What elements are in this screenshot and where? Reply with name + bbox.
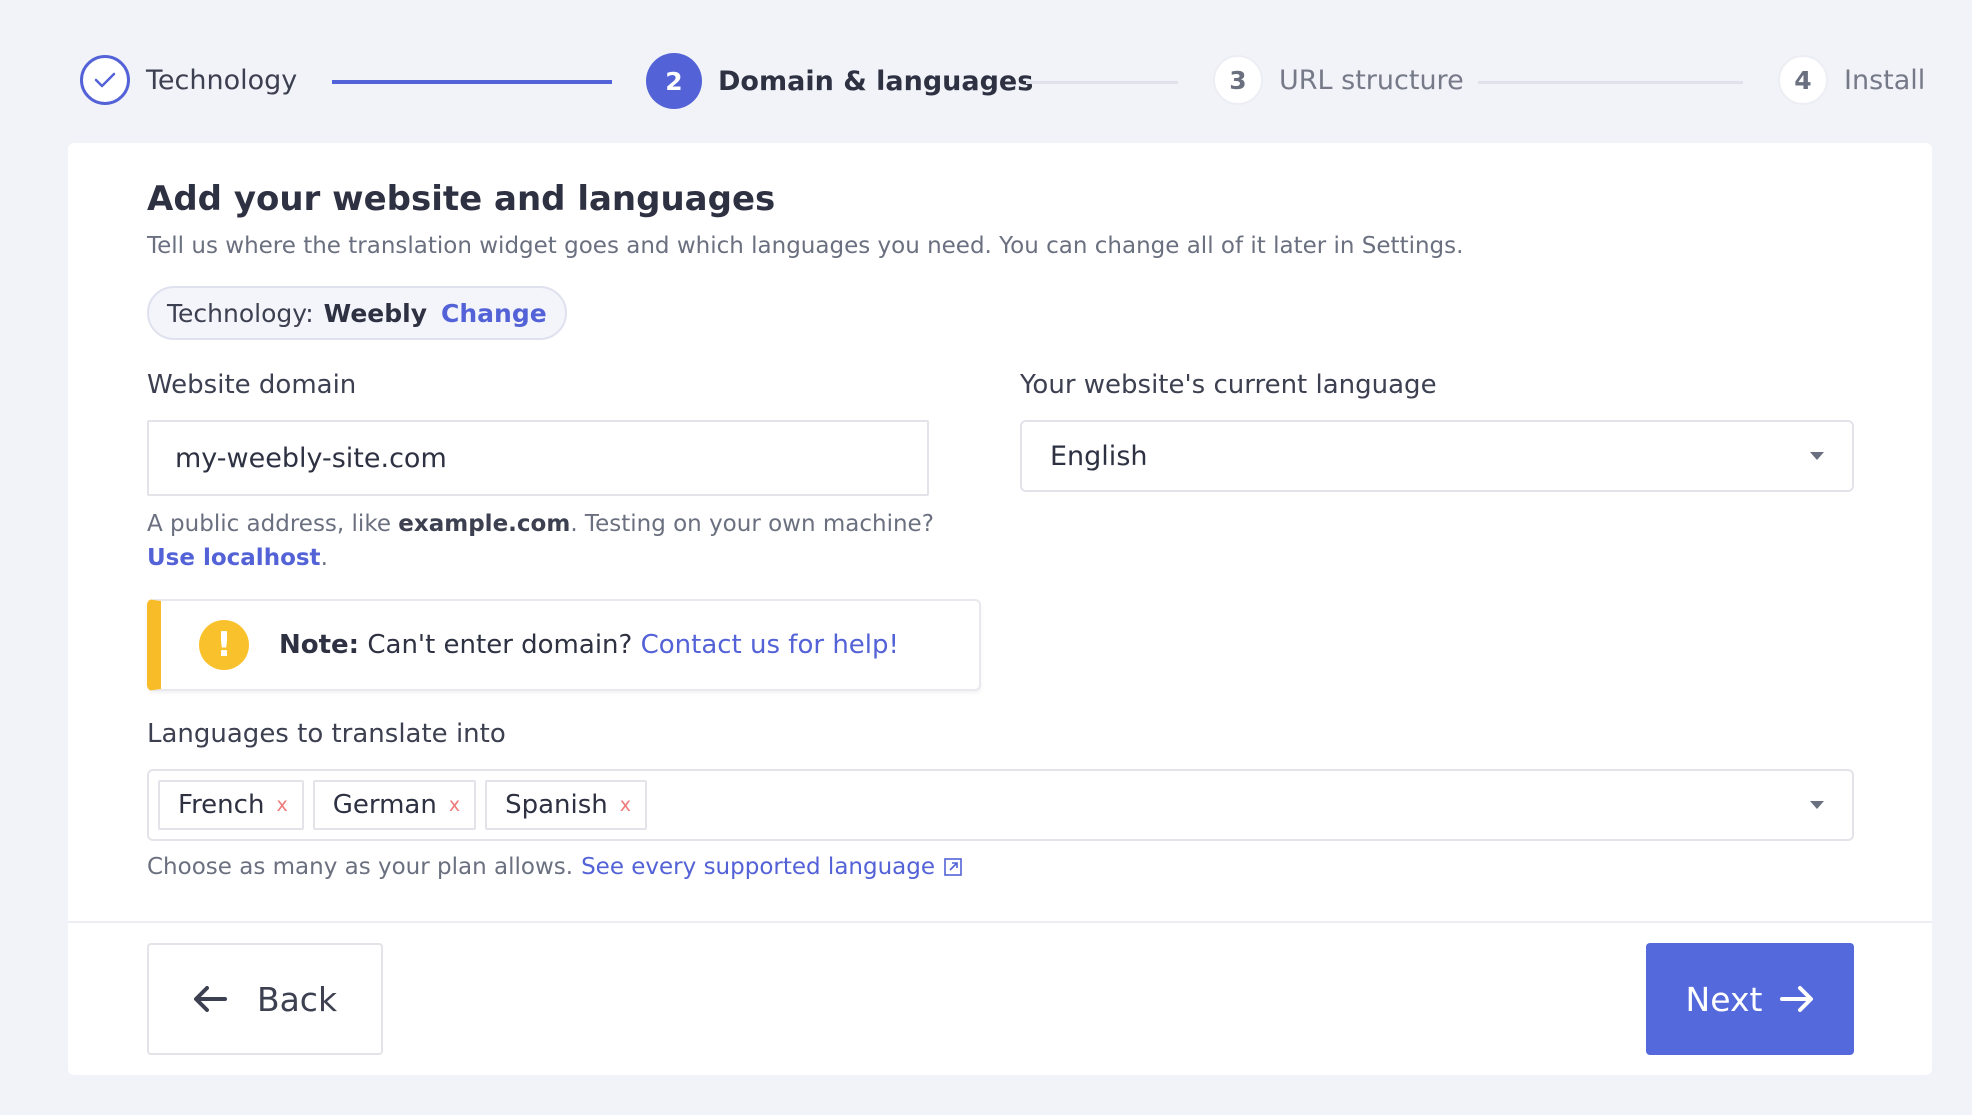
- supported-languages-link[interactable]: See every supported language: [581, 854, 935, 880]
- step-connector: [1478, 81, 1743, 84]
- target-languages-multiselect[interactable]: French x German x Spanish x: [147, 769, 1854, 841]
- caret-down-icon: [1810, 452, 1824, 460]
- page-title: Add your website and languages: [147, 179, 776, 219]
- back-label: Back: [256, 979, 338, 1019]
- technology-label: Technology:: [167, 298, 314, 328]
- setup-card: Add your website and languages Tell us w…: [68, 143, 1932, 1075]
- helper-example: example.com: [398, 511, 571, 537]
- next-label: Next: [1685, 979, 1763, 1019]
- tag-label: Spanish: [505, 790, 608, 820]
- arrow-right-icon: [1780, 986, 1814, 1012]
- language-tag-german: German x: [312, 780, 477, 830]
- remove-tag-icon[interactable]: x: [620, 794, 631, 816]
- technology-pill: Technology: Weebly Change: [147, 286, 567, 340]
- helper-end: .: [320, 545, 328, 571]
- step-technology[interactable]: Technology: [80, 55, 297, 105]
- step-number: 4: [1778, 55, 1828, 105]
- language-tag-french: French x: [158, 780, 304, 830]
- target-languages-label: Languages to translate into: [147, 719, 506, 749]
- warning-icon: !: [199, 620, 249, 670]
- languages-helper-text: Choose as many as your plan allows. See …: [147, 854, 963, 880]
- external-link-icon[interactable]: [943, 857, 963, 877]
- step-url-structure: 3 URL structure: [1213, 55, 1464, 105]
- page-subtitle: Tell us where the translation widget goe…: [147, 233, 1464, 259]
- language-tag-spanish: Spanish x: [485, 780, 647, 830]
- current-language-value: English: [1050, 440, 1148, 472]
- languages-helper: Choose as many as your plan allows.: [147, 854, 574, 880]
- checkmark-icon: [80, 55, 130, 105]
- next-button[interactable]: Next: [1646, 943, 1854, 1055]
- note-callout: ! Note: Can't enter domain? Contact us f…: [147, 599, 981, 691]
- arrow-left-icon: [193, 986, 227, 1012]
- step-connector: [1026, 81, 1178, 84]
- contact-us-link[interactable]: Contact us for help!: [641, 630, 899, 660]
- remove-tag-icon[interactable]: x: [276, 794, 287, 816]
- remove-tag-icon[interactable]: x: [449, 794, 460, 816]
- tag-label: French: [178, 790, 265, 820]
- domain-helper-text: A public address, like example.com. Test…: [147, 507, 1007, 575]
- step-label: Install: [1844, 64, 1926, 96]
- use-localhost-link[interactable]: Use localhost: [147, 545, 321, 571]
- change-technology-link[interactable]: Change: [441, 299, 547, 328]
- step-label: Domain & languages: [718, 65, 1034, 97]
- note-prefix: Note:: [279, 630, 360, 660]
- step-number: 2: [646, 53, 702, 109]
- note-message: Can't enter domain?: [367, 630, 633, 660]
- footer-divider: [68, 921, 1932, 923]
- current-language-label: Your website's current language: [1020, 370, 1437, 400]
- step-connector: [332, 80, 612, 84]
- current-language-select[interactable]: English: [1020, 420, 1854, 492]
- step-domain-languages: 2 Domain & languages: [646, 53, 1033, 109]
- website-domain-input[interactable]: [147, 420, 929, 496]
- tag-label: German: [332, 790, 437, 820]
- progress-stepper: Technology 2 Domain & languages 3 URL st…: [0, 0, 1972, 140]
- caret-down-icon: [1810, 801, 1824, 809]
- helper-suffix: . Testing on your own machine?: [570, 511, 934, 537]
- step-number: 3: [1213, 55, 1263, 105]
- back-button[interactable]: Back: [147, 943, 383, 1055]
- website-domain-label: Website domain: [147, 370, 357, 400]
- technology-value: Weebly: [323, 298, 428, 328]
- step-label: URL structure: [1279, 64, 1464, 96]
- note-text: Note: Can't enter domain? Contact us for…: [279, 630, 899, 660]
- step-install: 4 Install: [1778, 55, 1925, 105]
- step-label: Technology: [146, 64, 298, 96]
- helper-prefix: A public address, like: [147, 511, 391, 537]
